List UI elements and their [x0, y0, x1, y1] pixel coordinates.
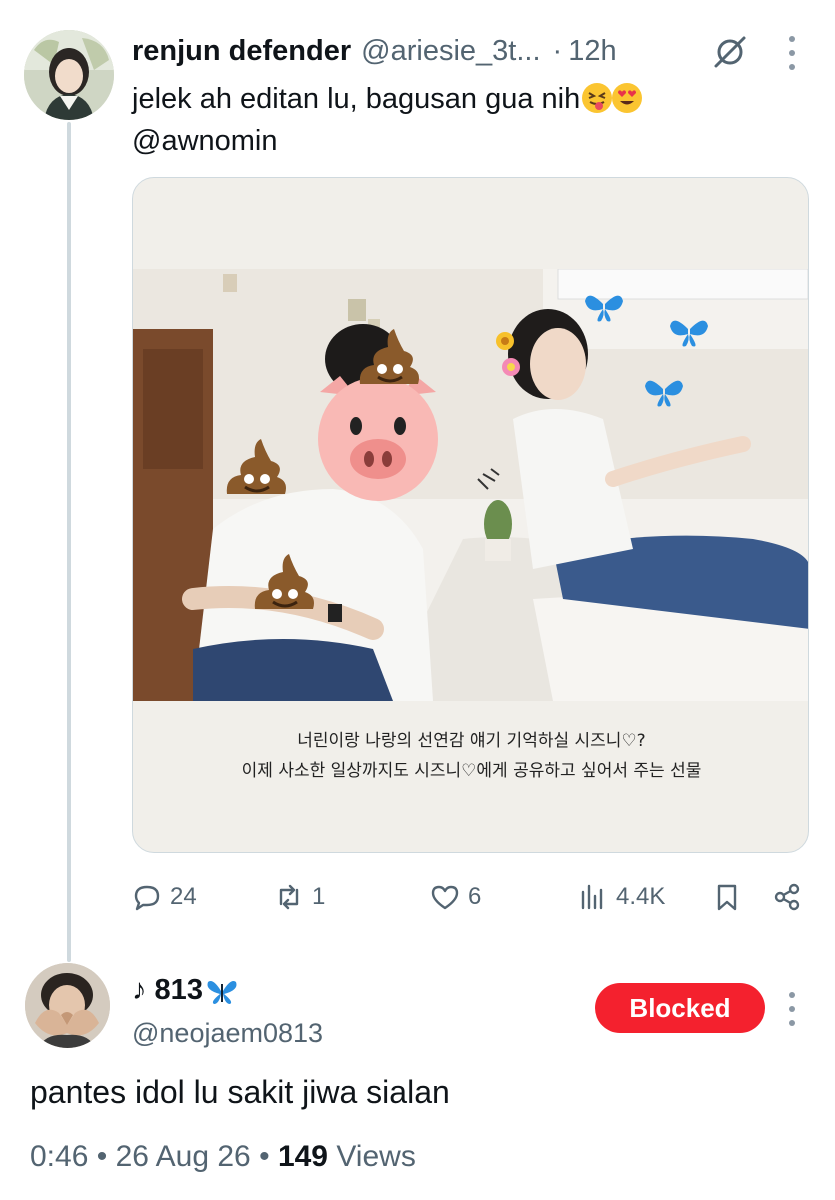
repost-icon [279, 884, 299, 910]
more-options-icon[interactable] [786, 992, 798, 1026]
more-options-icon[interactable] [786, 36, 798, 70]
grok-icon[interactable] [712, 34, 748, 70]
reply-count: 24 [170, 883, 197, 910]
author-avatar[interactable] [24, 30, 114, 120]
reply-author-name-text: ♪ 813 [132, 973, 203, 1006]
butterfly-icon [203, 974, 239, 1007]
thread-connector-line [67, 122, 71, 962]
repost-count: 1 [312, 883, 326, 910]
avatar-photo [24, 30, 114, 120]
repost-button[interactable]: 1 [274, 876, 325, 918]
separator-dot: · [552, 34, 563, 67]
caption-line1: 너린이랑 나랑의 선연감 얘기 기억하실 시즈니♡? [297, 731, 646, 751]
reply-date[interactable]: 26 Aug 26 [116, 1140, 251, 1173]
views-count: 4.4K [616, 883, 666, 910]
mention-link[interactable]: @awnomin [132, 125, 278, 157]
reply-icon [134, 885, 160, 911]
author-handle[interactable]: @ariesie_3t... [361, 35, 540, 68]
photo-caption: 너린이랑 나랑의 선연감 얘기 기억하실 시즈니♡? 이제 사소한 일상까지도 … [133, 726, 808, 786]
tweet-actions-bar: 24 1 6 4.4K [132, 876, 822, 918]
tweet-text: jelek ah editan lu, bagusan gua nih @awn… [132, 78, 732, 162]
reply-views-count: 149 [277, 1140, 328, 1173]
meta-separator: • [96, 1140, 108, 1173]
reply-author-handle[interactable]: @neojaem0813 [132, 1018, 323, 1049]
blocked-button[interactable]: Blocked [595, 983, 765, 1033]
media-attachment[interactable]: 너린이랑 나랑의 선연감 얘기 기억하실 시즈니♡? 이제 사소한 일상까지도 … [132, 177, 809, 853]
heart-eyes-emoji-icon [612, 83, 643, 113]
tweet-time[interactable]: 12h [568, 35, 616, 68]
heart-icon [431, 885, 459, 910]
author-name[interactable]: renjun defender [132, 35, 351, 68]
like-button[interactable]: 6 [430, 876, 481, 918]
bookmark-button[interactable] [712, 876, 742, 918]
tweet-text-line1: jelek ah editan lu, bagusan gua nih [132, 83, 581, 115]
bookmark-icon [717, 884, 737, 911]
caption-line2: 이제 사소한 일상까지도 시즈니♡에게 공유하고 싶어서 주는 선물 [241, 761, 702, 781]
reply-text: pantes idol lu sakit jiwa sialan [30, 1074, 450, 1110]
meta-separator: • [259, 1140, 270, 1173]
reply-time[interactable]: 0:46 [30, 1140, 88, 1173]
avatar-photo [25, 963, 110, 1048]
views-button[interactable]: 4.4K [578, 876, 665, 918]
share-button[interactable] [772, 876, 802, 918]
reply-meta: 0:46 • 26 Aug 26 • 149 Views [30, 1140, 416, 1174]
photo-illustration [133, 269, 808, 701]
reply-button[interactable]: 24 [132, 876, 197, 918]
reply-author-name[interactable]: ♪ 813 [132, 970, 239, 1010]
like-count: 6 [468, 883, 482, 910]
reply-author-avatar[interactable] [25, 963, 110, 1048]
reply-views-label: Views [336, 1140, 416, 1173]
share-icon [774, 883, 800, 911]
attached-photo[interactable] [133, 269, 808, 701]
squinting-tongue-emoji-icon [582, 83, 613, 113]
analytics-icon [581, 884, 603, 910]
